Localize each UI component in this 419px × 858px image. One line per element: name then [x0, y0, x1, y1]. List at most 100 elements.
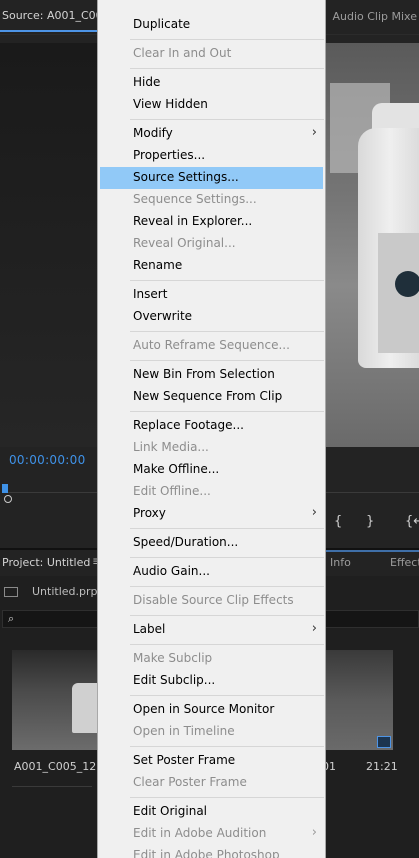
- menu-item-hide[interactable]: Hide: [100, 72, 323, 94]
- menu-item-label: New Sequence From Clip: [133, 389, 283, 403]
- tab-accent-line: [320, 550, 419, 552]
- menu-item-edit-original[interactable]: Edit Original: [100, 801, 323, 823]
- menu-item-proxy[interactable]: Proxy ›: [100, 503, 323, 525]
- menu-item-speed-duration[interactable]: Speed/Duration...: [100, 532, 323, 554]
- sequence-badge-icon: [377, 736, 391, 748]
- menu-item-label: Disable Source Clip Effects: [133, 593, 294, 607]
- playhead-timecode[interactable]: 00:00:00:00: [9, 453, 86, 467]
- menu-item-duplicate[interactable]: Duplicate: [100, 14, 323, 36]
- submenu-arrow-icon: ›: [311, 125, 317, 140]
- menu-item-label: Properties...: [133, 148, 206, 162]
- menu-item-label: Hide: [133, 75, 161, 89]
- video-jar-logo: [395, 271, 419, 297]
- menu-item-label: Overwrite: [133, 309, 193, 323]
- menu-item-edit-in-photoshop[interactable]: Edit in Adobe Photoshop: [100, 845, 323, 858]
- menu-item-label: Edit Original: [133, 804, 208, 818]
- menu-item-label: Duplicate: [133, 17, 191, 31]
- menu-item-open-in-source-monitor[interactable]: Open in Source Monitor: [100, 699, 323, 721]
- menu-item-audio-gain[interactable]: Audio Gain...: [100, 561, 323, 583]
- context-menu: Duplicate Clear In and Out Hide View Hid…: [97, 0, 326, 858]
- menu-separator: [130, 39, 324, 40]
- menu-item-label: Insert: [133, 287, 168, 301]
- menu-item-set-poster-frame[interactable]: Set Poster Frame: [100, 750, 323, 772]
- menu-item-clear-poster-frame[interactable]: Clear Poster Frame: [100, 772, 323, 794]
- menu-item-label: Rename: [133, 258, 183, 272]
- menu-separator: [130, 586, 324, 587]
- menu-item-open-in-timeline[interactable]: Open in Timeline: [100, 721, 323, 743]
- menu-item-replace-footage[interactable]: Replace Footage...: [100, 415, 323, 437]
- menu-item-label: Auto Reframe Sequence...: [133, 338, 290, 352]
- menu-item-label: Replace Footage...: [133, 418, 244, 432]
- menu-item-view-hidden[interactable]: View Hidden: [100, 94, 323, 116]
- menu-item-reveal-in-explorer[interactable]: Reveal in Explorer...: [100, 211, 323, 233]
- menu-separator: [130, 411, 324, 412]
- menu-item-label: Open in Source Monitor: [133, 702, 275, 716]
- divider: [12, 786, 92, 787]
- project-tab[interactable]: Project: Untitled: [2, 556, 90, 569]
- menu-item-label: View Hidden: [133, 97, 208, 111]
- sequence-duration: 21:21: [366, 760, 398, 773]
- menu-item-label: Proxy: [133, 506, 166, 520]
- menu-separator: [130, 528, 324, 529]
- mark-out-button[interactable]: }: [366, 514, 374, 529]
- menu-item-label: Clear In and Out: [133, 46, 232, 60]
- menu-item-make-subclip[interactable]: Make Subclip: [100, 648, 323, 670]
- menu-item-link-media[interactable]: Link Media...: [100, 437, 323, 459]
- menu-item-edit-in-audition[interactable]: Edit in Adobe Audition ›: [100, 823, 323, 845]
- menu-separator: [130, 615, 324, 616]
- menu-separator: [130, 797, 324, 798]
- info-tab[interactable]: Info: [330, 556, 351, 569]
- submenu-arrow-icon: ›: [311, 621, 317, 636]
- menu-item-label: Source Settings...: [133, 170, 239, 184]
- menu-item-clear-in-out[interactable]: Clear In and Out: [100, 43, 323, 65]
- menu-item-label: Reveal Original...: [133, 236, 236, 250]
- menu-item-make-offline[interactable]: Make Offline...: [100, 459, 323, 481]
- menu-item-sequence-settings[interactable]: Sequence Settings...: [100, 189, 323, 211]
- menu-item-label: Reveal in Explorer...: [133, 214, 253, 228]
- menu-separator: [130, 695, 324, 696]
- menu-item-edit-subclip[interactable]: Edit Subclip...: [100, 670, 323, 692]
- menu-item-label: Label: [133, 622, 166, 636]
- menu-item-source-settings[interactable]: Source Settings...: [100, 167, 323, 189]
- go-to-in-button[interactable]: {←: [405, 514, 419, 529]
- menu-item-insert[interactable]: Insert: [100, 284, 323, 306]
- menu-item-modify[interactable]: Modify ›: [100, 123, 323, 145]
- active-tab-indicator: [0, 30, 97, 32]
- menu-item-label: Open in Timeline: [133, 724, 235, 738]
- menu-item-label: Modify: [133, 126, 173, 140]
- menu-item-auto-reframe[interactable]: Auto Reframe Sequence...: [100, 335, 323, 357]
- menu-separator: [130, 68, 324, 69]
- menu-separator: [130, 746, 324, 747]
- sequence-thumbnail[interactable]: [322, 650, 393, 750]
- menu-item-label-submenu[interactable]: Label ›: [100, 619, 323, 641]
- menu-item-label: Edit in Adobe Audition: [133, 826, 267, 840]
- menu-item-rename[interactable]: Rename: [100, 255, 323, 277]
- submenu-arrow-icon: ›: [311, 825, 317, 840]
- menu-item-label: Speed/Duration...: [133, 535, 239, 549]
- folder-icon[interactable]: [4, 587, 18, 597]
- menu-item-properties[interactable]: Properties...: [100, 145, 323, 167]
- menu-item-new-bin[interactable]: New Bin From Selection: [100, 364, 323, 386]
- menu-item-new-sequence[interactable]: New Sequence From Clip: [100, 386, 323, 408]
- menu-item-disable-source-effects[interactable]: Disable Source Clip Effects: [100, 590, 323, 612]
- menu-item-label: Edit Offline...: [133, 484, 211, 498]
- menu-separator: [130, 119, 324, 120]
- playhead-marker[interactable]: [2, 484, 8, 493]
- menu-item-label: Edit in Adobe Photoshop: [133, 848, 280, 858]
- menu-item-reveal-original[interactable]: Reveal Original...: [100, 233, 323, 255]
- mark-in-button[interactable]: {: [334, 514, 342, 529]
- search-icon: ⌕: [8, 612, 15, 625]
- menu-item-label: Clear Poster Frame: [133, 775, 247, 789]
- menu-item-label: Make Subclip: [133, 651, 213, 665]
- menu-item-edit-offline[interactable]: Edit Offline...: [100, 481, 323, 503]
- effects-tab[interactable]: Effect: [390, 556, 419, 569]
- menu-separator: [130, 360, 324, 361]
- submenu-arrow-icon: ›: [311, 505, 317, 520]
- menu-item-overwrite[interactable]: Overwrite: [100, 306, 323, 328]
- zoom-scroll-handle[interactable]: [4, 495, 12, 503]
- menu-item-label: Link Media...: [133, 440, 209, 454]
- source-monitor-tab[interactable]: Source: A001_C005: [2, 9, 110, 22]
- menu-item-label: Set Poster Frame: [133, 753, 236, 767]
- audio-clip-mixer-tab[interactable]: Audio Clip Mixe: [332, 10, 417, 23]
- menu-separator: [130, 644, 324, 645]
